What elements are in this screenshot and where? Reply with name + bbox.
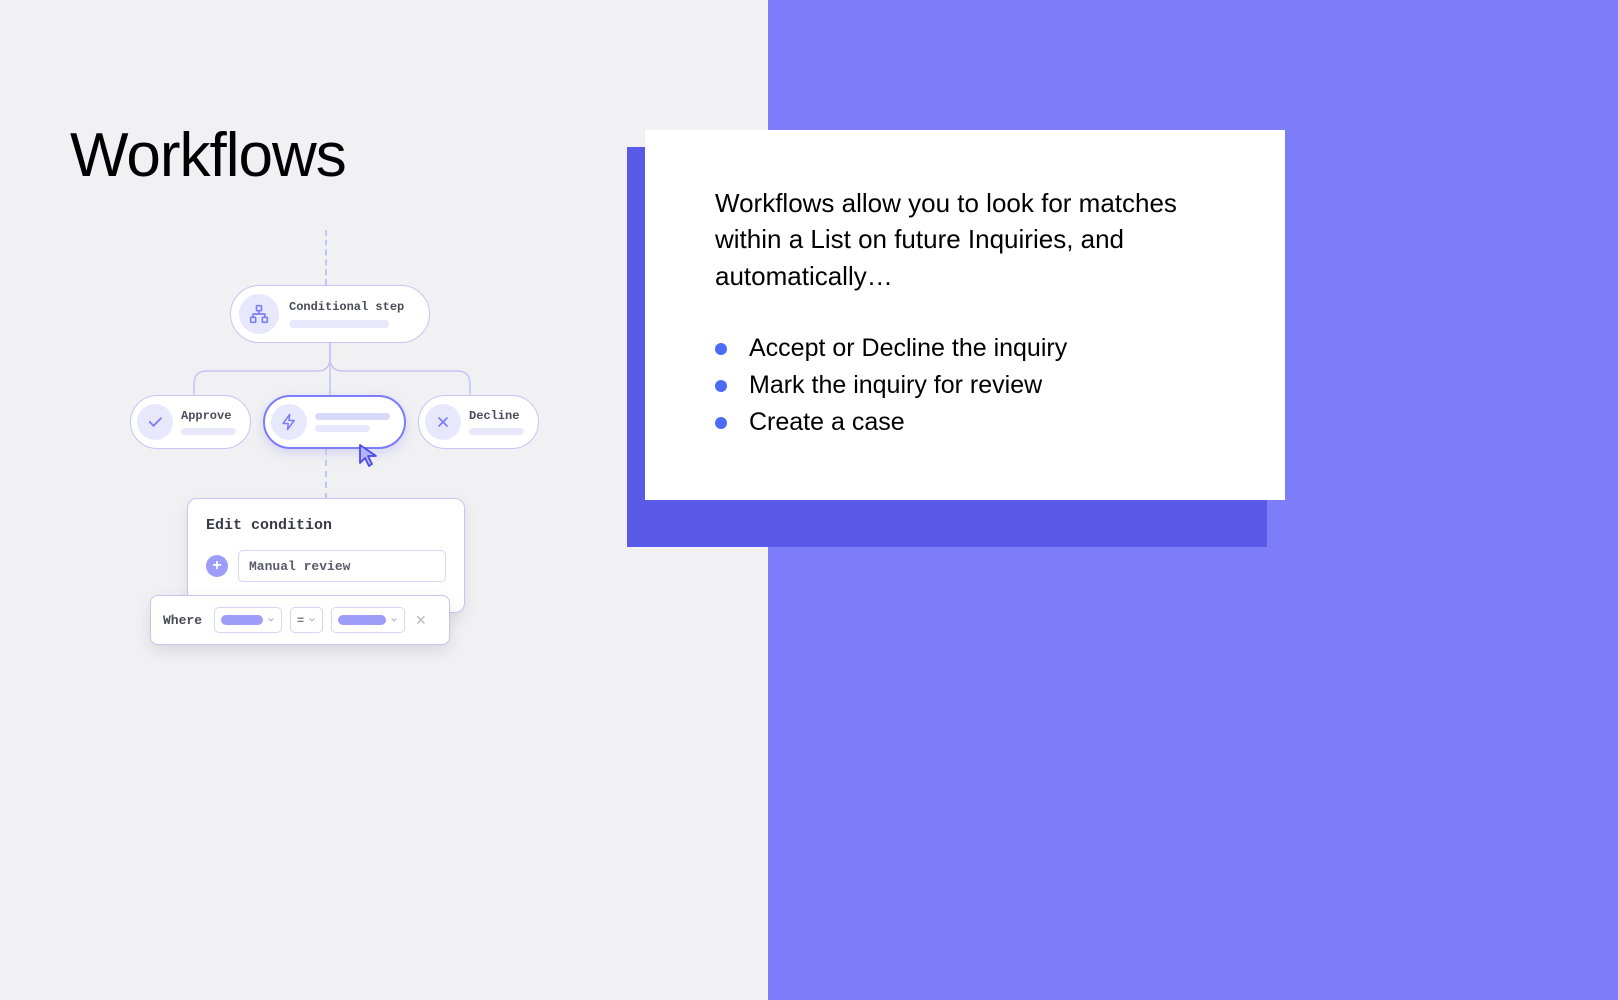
placeholder-bar xyxy=(181,428,236,435)
list-item: Create a case xyxy=(715,408,1225,437)
page-title: Workflows xyxy=(70,120,346,191)
where-operator-select[interactable]: = xyxy=(290,607,323,633)
cursor-icon xyxy=(358,443,382,474)
bullet-icon xyxy=(715,343,727,355)
bolt-icon xyxy=(271,404,307,440)
info-bullet-list: Accept or Decline the inquiry Mark the i… xyxy=(715,334,1225,437)
placeholder-bar xyxy=(289,320,389,328)
placeholder-bar xyxy=(315,413,390,420)
list-item: Mark the inquiry for review xyxy=(715,371,1225,400)
where-field-select[interactable] xyxy=(214,607,282,633)
where-value-select[interactable] xyxy=(331,607,405,633)
where-label: Where xyxy=(163,613,202,628)
chevron-down-icon xyxy=(267,616,275,624)
condition-value-input[interactable]: Manual review xyxy=(238,550,446,582)
list-item: Accept or Decline the inquiry xyxy=(715,334,1225,363)
bullet-icon xyxy=(715,380,727,392)
info-card: Workflows allow you to look for matches … xyxy=(645,130,1285,500)
placeholder-bar xyxy=(315,425,370,432)
approve-node[interactable]: Approve xyxy=(130,395,251,449)
workflow-diagram: Conditional step Approve xyxy=(130,230,560,730)
connector-dashed-top xyxy=(325,230,327,285)
middle-action-node[interactable] xyxy=(263,395,406,449)
placeholder-pill xyxy=(338,615,386,625)
operator-label: = xyxy=(297,613,304,627)
bullet-text: Mark the inquiry for review xyxy=(749,371,1042,400)
info-description: Workflows allow you to look for matches … xyxy=(715,185,1225,294)
plus-icon[interactable]: + xyxy=(206,555,228,577)
decline-node[interactable]: Decline xyxy=(418,395,539,449)
x-icon xyxy=(425,404,461,440)
bullet-icon xyxy=(715,417,727,429)
conditional-step-label: Conditional step xyxy=(289,300,404,314)
chevron-down-icon xyxy=(308,616,316,624)
bullet-text: Create a case xyxy=(749,408,905,437)
check-icon xyxy=(137,404,173,440)
where-clause-panel: Where = ✕ xyxy=(150,595,450,645)
placeholder-bar xyxy=(469,428,524,435)
branch-connector xyxy=(162,343,502,398)
remove-clause-icon[interactable]: ✕ xyxy=(413,612,429,629)
approve-label: Approve xyxy=(181,409,236,423)
hierarchy-icon xyxy=(239,294,279,334)
chevron-down-icon xyxy=(390,616,398,624)
conditional-step-node[interactable]: Conditional step xyxy=(230,285,430,343)
placeholder-pill xyxy=(221,615,263,625)
edit-condition-title: Edit condition xyxy=(206,517,446,534)
decline-label: Decline xyxy=(469,409,524,423)
connector-dashed-mid xyxy=(325,449,327,499)
bullet-text: Accept or Decline the inquiry xyxy=(749,334,1067,363)
